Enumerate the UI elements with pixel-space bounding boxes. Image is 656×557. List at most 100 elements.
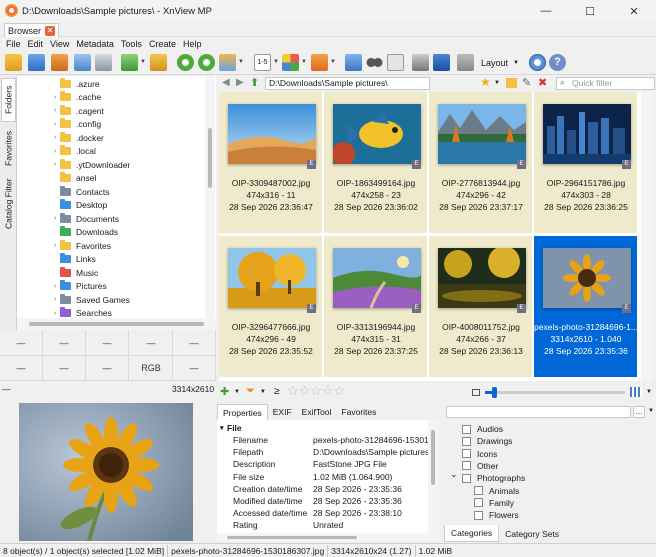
view-mode-dropdown-icon[interactable]: ▼ (273, 59, 279, 65)
tab-exif[interactable]: EXIF (268, 404, 297, 420)
thumbnail-item[interactable]: Epexels-photo-31284696-1... 3314x2610 - 1… (534, 236, 638, 378)
edit-path-icon[interactable]: ✎ (522, 76, 531, 89)
menu-tools[interactable]: Tools (121, 39, 142, 49)
thumbnail-item[interactable]: E OIP-3309487002.jpg 474x316 - 11 28 Sep 20… (219, 92, 323, 234)
chevron-right-icon[interactable]: › (50, 283, 60, 290)
thumb-size-small-icon[interactable] (472, 389, 480, 396)
chevron-right-icon[interactable]: › (50, 107, 60, 114)
back-arrow-icon[interactable]: ◀ (222, 77, 230, 88)
property-row[interactable]: Creation date/time 28 Sep 2026 - 23:35:36 (217, 483, 439, 495)
tab-catalog-filter[interactable]: Catalog Filter (1, 174, 16, 234)
rotate-left-icon[interactable] (177, 54, 194, 71)
property-row[interactable]: Description FastStone JPG File (217, 458, 439, 470)
view-grid-dropdown-icon[interactable]: ▼ (646, 389, 652, 395)
category-checkbox[interactable] (474, 486, 483, 495)
move-to-dropdown-icon[interactable]: ▼ (140, 59, 146, 65)
tab-browser[interactable]: Browser ✕ (4, 23, 60, 37)
settings-icon[interactable] (529, 54, 546, 71)
tag-filter-icon[interactable]: ✚ (220, 385, 229, 398)
chevron-right-icon[interactable]: › (50, 215, 60, 222)
compare-icon[interactable] (95, 54, 112, 71)
folder-item[interactable]: Music (50, 266, 216, 280)
category-checkbox[interactable] (462, 449, 471, 459)
chevron-down-icon[interactable]: ⌄ (450, 469, 458, 480)
thumbnail-item[interactable]: E OIP-2964151786.jpg 474x303 - 28 28 Sep 20… (534, 92, 638, 234)
category-item[interactable]: Flowers (474, 509, 519, 521)
thumbnail-size-slider[interactable] (485, 387, 625, 398)
chevron-right-icon[interactable]: › (50, 296, 60, 303)
acquire-icon[interactable] (74, 54, 91, 71)
folder-item[interactable]: › Saved Games (50, 293, 216, 307)
folder-item[interactable]: › Searches (50, 307, 216, 318)
view-mode-icon[interactable]: 1-5 (254, 54, 271, 71)
folder-tree-hscrollbar[interactable] (17, 318, 216, 330)
minimize-button[interactable]: — (524, 0, 568, 22)
settings-small-icon[interactable] (457, 54, 474, 71)
thumbnail-item[interactable]: E OIP-3296477666.jpg 474x296 - 49 28 Sep 20… (219, 236, 323, 378)
category-item[interactable]: Other (462, 460, 498, 472)
help-icon[interactable]: ? (549, 54, 566, 71)
properties-hscrollbar[interactable] (217, 533, 428, 542)
property-row[interactable]: Accessed date/time 28 Sep 2026 - 23:38:10 (217, 507, 439, 519)
folder-item[interactable]: › .cache (50, 91, 216, 105)
folder-item[interactable]: Contacts (50, 185, 216, 199)
category-item[interactable]: ⌄ Photographs (450, 469, 525, 484)
category-more-button[interactable]: … (633, 406, 645, 418)
rotate-right-icon[interactable] (198, 54, 215, 71)
folder-item[interactable]: › Pictures (50, 280, 216, 294)
star-icon[interactable]: ☆ (299, 383, 311, 399)
property-row[interactable]: Filename pexels-photo-31284696-153018 (217, 434, 439, 446)
filter-dropdown-icon[interactable]: ▼ (330, 59, 336, 65)
view-grid-icon[interactable] (630, 387, 642, 397)
maximize-button[interactable]: ☐ (568, 0, 612, 22)
thumbnail-item[interactable]: E OIP-1863499164.jpg 474x258 - 23 28 Sep 20… (324, 92, 428, 234)
folder-item[interactable]: › Favorites (50, 239, 216, 253)
folder-item[interactable]: › .ytDownloader (50, 158, 216, 172)
convert-icon[interactable] (219, 54, 236, 71)
properties-section-header[interactable]: ▾ File (217, 422, 439, 434)
folder-item[interactable]: Links (50, 253, 216, 267)
chevron-right-icon[interactable]: › (50, 310, 60, 317)
category-checkbox[interactable] (462, 424, 471, 434)
property-row[interactable]: Rating Unrated (217, 519, 439, 531)
category-item[interactable]: Drawings (462, 435, 512, 447)
category-item[interactable]: Icons (462, 448, 497, 460)
category-item[interactable]: Animals (474, 485, 519, 497)
folder-item[interactable]: Downloads (50, 226, 216, 240)
scroll-thumb[interactable] (431, 430, 435, 485)
hscroll-thumb[interactable] (29, 322, 204, 326)
properties-scrollbar[interactable] (428, 420, 439, 542)
new-folder-icon[interactable] (506, 78, 517, 88)
close-button[interactable]: ✕ (612, 0, 656, 22)
category-checkbox[interactable] (474, 498, 483, 508)
fullscreen-icon[interactable] (28, 54, 45, 71)
folder-item[interactable]: › .cagent (50, 104, 216, 118)
menu-create[interactable]: Create (149, 39, 176, 49)
sort-icon[interactable] (282, 54, 299, 71)
copy-to-icon[interactable] (150, 54, 167, 71)
up-folder-icon[interactable]: ⬆ (250, 76, 259, 89)
star-icon[interactable]: ☆ (322, 383, 334, 399)
category-checkbox[interactable] (474, 510, 483, 520)
folder-tree-scrollbar[interactable] (205, 76, 215, 318)
rating-stars[interactable]: ☆ ☆ ☆ ☆ ☆ (287, 383, 345, 399)
tag-dropdown-icon[interactable]: ▼ (234, 389, 240, 395)
find-icon[interactable] (366, 54, 383, 71)
star-icon[interactable]: ☆ (334, 383, 346, 399)
category-search-input[interactable] (446, 406, 631, 418)
folder-item[interactable]: Desktop (50, 199, 216, 213)
menu-metadata[interactable]: Metadata (76, 39, 114, 49)
tab-exiftool[interactable]: ExifTool (297, 404, 337, 420)
chevron-right-icon[interactable]: › (50, 94, 60, 101)
property-row[interactable]: File size 1.02 MiB (1.064.900) (217, 471, 439, 483)
menu-edit[interactable]: Edit (28, 39, 44, 49)
thumbnail-item[interactable]: E OIP-3313196944.jpg 474x315 - 31 28 Sep 20… (324, 236, 428, 378)
folder-item[interactable]: › Documents (50, 212, 216, 226)
tags-icon[interactable] (345, 54, 362, 71)
layout-button[interactable]: Layout ▼ (481, 56, 519, 69)
folder-item[interactable]: › .config (50, 118, 216, 132)
folder-item[interactable]: › .local (50, 145, 216, 159)
thumbnail-scrollbar[interactable] (641, 92, 653, 381)
browse-folder-icon[interactable] (5, 54, 22, 71)
move-to-icon[interactable] (121, 54, 138, 71)
